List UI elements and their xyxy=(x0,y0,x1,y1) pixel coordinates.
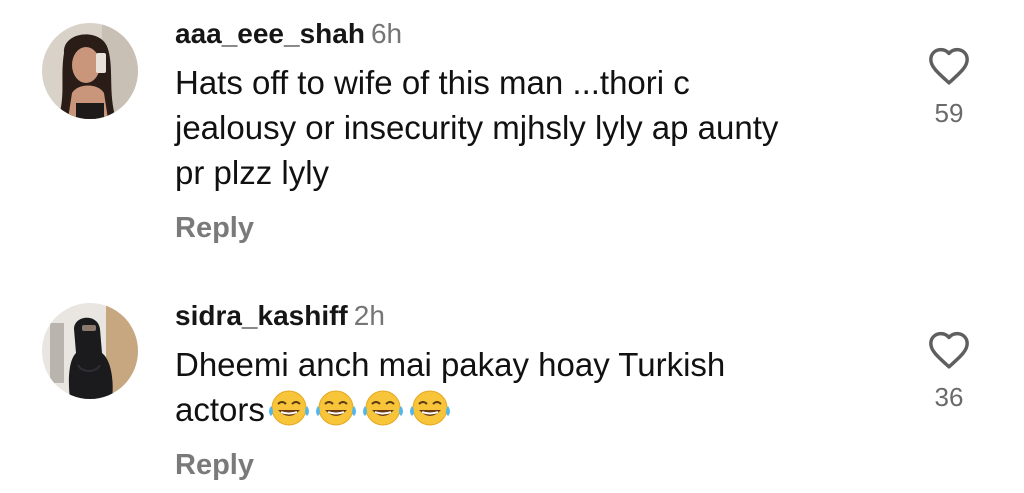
timestamp: 6h xyxy=(370,18,403,49)
face-with-tears-of-joy-icon xyxy=(362,390,403,426)
comment-body: aaa_eee_shah 6h Hats off to wife of this … xyxy=(175,14,875,248)
face-with-tears-of-joy-icon xyxy=(409,390,450,426)
reply-button[interactable]: Reply xyxy=(175,445,875,485)
like-count: 59 xyxy=(934,98,964,128)
like-control: 36 xyxy=(920,330,978,412)
heart-outline-icon[interactable] xyxy=(927,330,971,370)
comment-meta: sidra_kashiff 2h xyxy=(175,296,875,336)
avatar[interactable] xyxy=(42,303,138,399)
comment-item: aaa_eee_shah 6h Hats off to wife of this … xyxy=(0,0,1024,260)
face-with-tears-of-joy-icon xyxy=(268,390,309,426)
woman-selfie-avatar xyxy=(42,23,138,119)
comment-text: Dheemi anch mai pakay hoay Turkish actor… xyxy=(175,342,815,432)
avatar[interactable] xyxy=(42,23,138,119)
timestamp: 2h xyxy=(353,300,385,331)
emoji-group xyxy=(267,388,452,428)
like-count: 36 xyxy=(934,382,964,412)
face-with-tears-of-joy-icon xyxy=(315,390,356,426)
heart-outline-icon[interactable] xyxy=(927,46,971,86)
comment-text: Hats off to wife of this man ...thori c … xyxy=(175,64,779,191)
comment-meta: aaa_eee_shah 6h xyxy=(175,14,875,54)
like-control: 59 xyxy=(920,46,978,128)
hijab-woman-avatar xyxy=(42,303,138,399)
comment-item: sidra_kashiff 2h Dheemi anch mai pakay ho… xyxy=(0,280,1024,493)
comment-body: sidra_kashiff 2h Dheemi anch mai pakay ho… xyxy=(175,296,875,485)
username[interactable]: aaa_eee_shah xyxy=(175,18,365,49)
reply-button[interactable]: Reply xyxy=(175,208,875,248)
username[interactable]: sidra_kashiff xyxy=(175,300,348,331)
